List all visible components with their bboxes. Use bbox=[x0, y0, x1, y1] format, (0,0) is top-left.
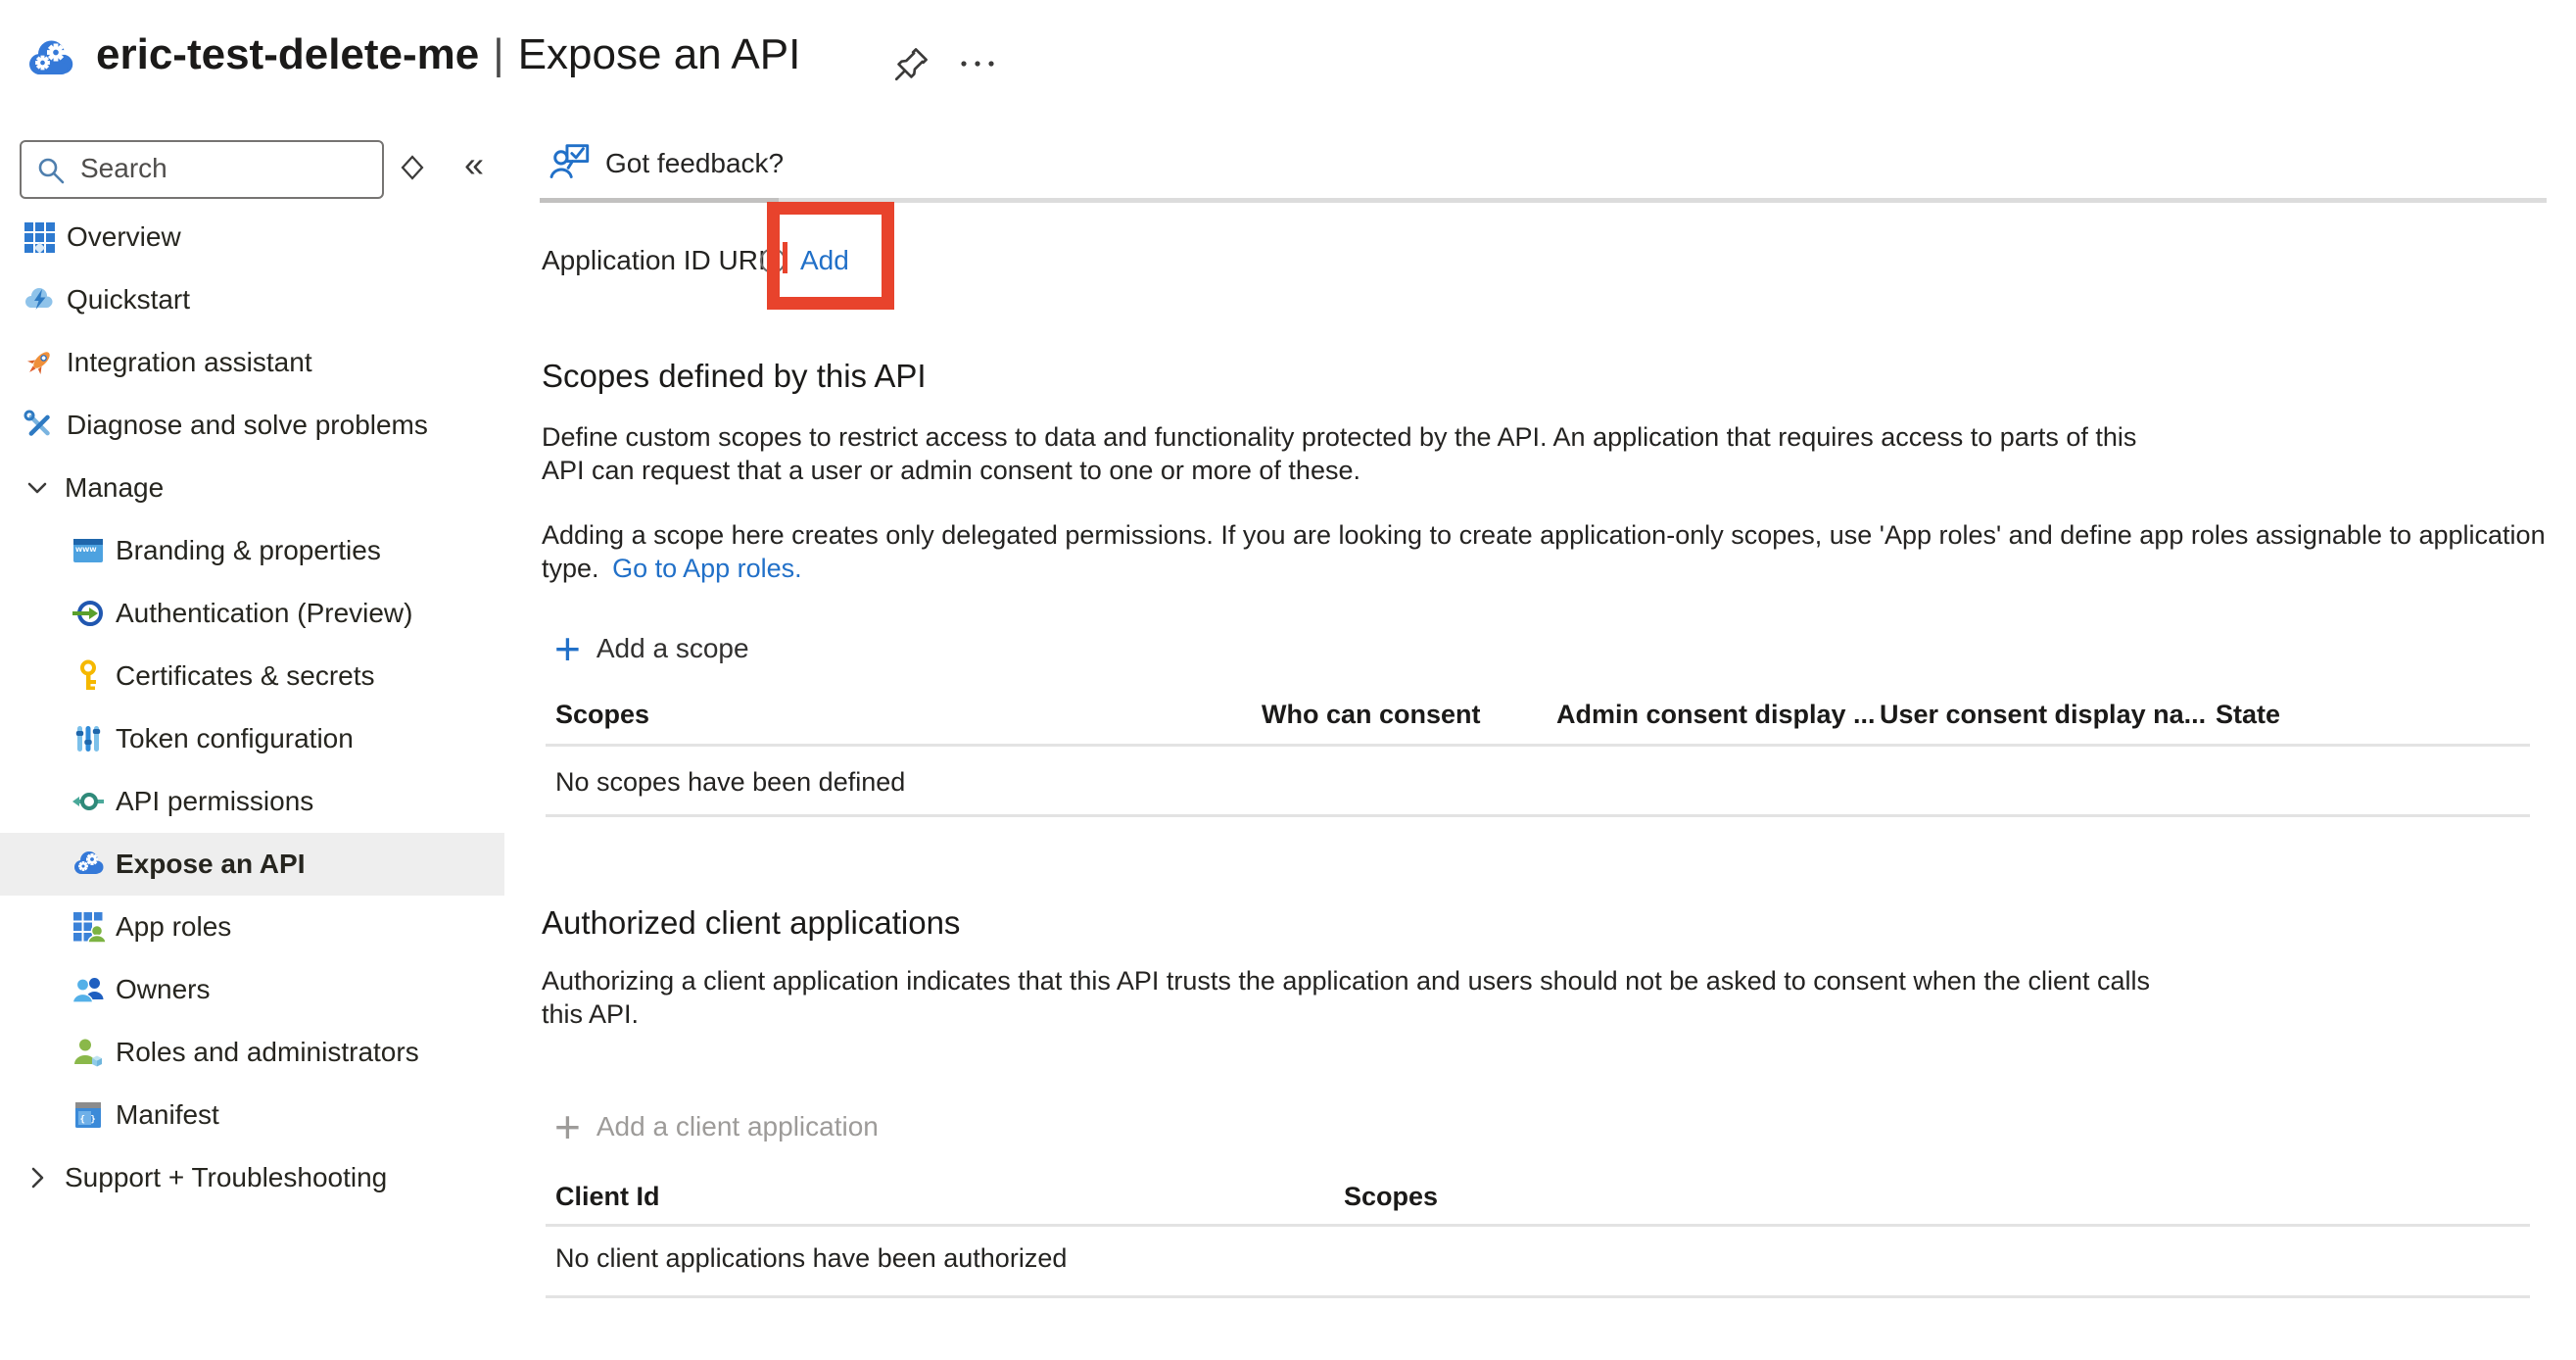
manifest-icon: { } bbox=[71, 1097, 106, 1133]
scopes-empty-message: No scopes have been defined bbox=[555, 767, 905, 798]
sidebar-search bbox=[20, 140, 384, 199]
scopes-description-line1: Define custom scopes to restrict access … bbox=[542, 420, 2136, 454]
sidebar-item-diagnose[interactable]: Diagnose and solve problems bbox=[0, 394, 504, 457]
annotation-highlight-box bbox=[767, 202, 894, 310]
scopes-note-line2-text: type. bbox=[542, 554, 599, 583]
sidebar-item-label: Owners bbox=[116, 974, 210, 1005]
sidebar-item-integration-assistant[interactable]: Integration assistant bbox=[0, 331, 504, 394]
clients-description-line1: Authorizing a client application indicat… bbox=[542, 964, 2150, 997]
app-roles-icon bbox=[71, 909, 106, 945]
sidebar-item-roles-administrators[interactable]: Roles and administrators bbox=[0, 1021, 504, 1084]
title-separator: | bbox=[493, 30, 503, 78]
scopes-note-line1: Adding a scope here creates only delegat… bbox=[542, 518, 2546, 552]
sidebar-item-label: Diagnose and solve problems bbox=[67, 410, 428, 441]
rocket-icon bbox=[22, 345, 57, 380]
sidebar-item-label: API permissions bbox=[116, 786, 313, 817]
scopes-section-title: Scopes defined by this API bbox=[542, 355, 927, 398]
clients-description-line2: this API. bbox=[542, 997, 639, 1031]
sidebar-item-label: Manage bbox=[65, 472, 164, 504]
more-options-icon[interactable] bbox=[956, 51, 999, 76]
overview-icon bbox=[22, 219, 57, 255]
plus-icon: + bbox=[554, 629, 581, 668]
clients-section-title: Authorized client applications bbox=[542, 901, 960, 945]
add-a-scope-button[interactable]: + Add a scope bbox=[554, 627, 749, 670]
go-to-app-roles-link[interactable]: Go to App roles. bbox=[612, 554, 802, 583]
table-divider bbox=[546, 1224, 2530, 1227]
column-who-can-consent: Who can consent bbox=[1262, 700, 1481, 730]
clients-empty-message: No client applications have been authori… bbox=[555, 1243, 1067, 1274]
sidebar-item-overview[interactable]: Overview bbox=[0, 206, 504, 268]
sidebar-item-manifest[interactable]: { } Manifest bbox=[0, 1084, 504, 1146]
sidebar-item-certificates[interactable]: Certificates & secrets bbox=[0, 645, 504, 707]
page-title: eric-test-delete-me | Expose an API bbox=[96, 27, 800, 82]
sidebar-group-manage[interactable]: Manage bbox=[0, 457, 504, 519]
column-client-id: Client Id bbox=[555, 1182, 660, 1212]
table-divider bbox=[546, 814, 2530, 817]
branding-icon: WWW bbox=[71, 533, 106, 568]
got-feedback-label: Got feedback? bbox=[605, 148, 784, 179]
scopes-description-line2: API can request that a user or admin con… bbox=[542, 454, 1360, 487]
sidebar-item-label: Certificates & secrets bbox=[116, 660, 375, 692]
sidebar-item-label: Manifest bbox=[116, 1099, 219, 1131]
blade-title: Expose an API bbox=[518, 30, 801, 78]
quickstart-icon bbox=[22, 282, 57, 317]
sidebar-item-branding[interactable]: WWW Branding & properties bbox=[0, 519, 504, 582]
svg-text:WWW: WWW bbox=[75, 546, 97, 554]
horizontal-scrollbar-thumb[interactable] bbox=[540, 198, 779, 203]
sidebar-item-owners[interactable]: Owners bbox=[0, 958, 504, 1021]
column-user-consent-display: User consent display na... bbox=[1880, 700, 2206, 730]
sidebar-item-quickstart[interactable]: Quickstart bbox=[0, 268, 504, 331]
plus-icon: + bbox=[554, 1107, 581, 1146]
sidebar-item-label: Overview bbox=[67, 221, 181, 253]
sidebar-item-label: Quickstart bbox=[67, 284, 190, 316]
sidebar-item-label: App roles bbox=[116, 911, 231, 943]
sidebar-item-label: Roles and administrators bbox=[116, 1037, 419, 1068]
column-client-scopes: Scopes bbox=[1344, 1182, 1438, 1212]
scopes-table-header: Scopes Who can consent Admin consent dis… bbox=[0, 700, 2576, 739]
tools-icon bbox=[22, 408, 57, 443]
key-icon bbox=[71, 658, 106, 694]
feedback-icon bbox=[549, 142, 592, 185]
got-feedback-button[interactable]: Got feedback? bbox=[549, 141, 784, 186]
table-divider bbox=[546, 744, 2530, 747]
chevron-down-icon bbox=[20, 470, 55, 506]
add-a-client-application-label: Add a client application bbox=[596, 1111, 879, 1142]
expose-api-icon bbox=[71, 847, 106, 882]
add-a-client-application-button[interactable]: + Add a client application bbox=[554, 1105, 879, 1148]
sidebar-item-authentication[interactable]: Authentication (Preview) bbox=[0, 582, 504, 645]
api-permissions-icon bbox=[71, 784, 106, 819]
sidebar-item-label: Integration assistant bbox=[67, 347, 312, 378]
scopes-note-line2: type. Go to App roles. bbox=[542, 552, 802, 585]
search-icon bbox=[35, 155, 67, 186]
clients-table-header: Client Id Scopes bbox=[0, 1182, 2576, 1221]
roles-administrators-icon bbox=[71, 1035, 106, 1070]
authentication-icon bbox=[71, 596, 106, 631]
svg-text:{ }: { } bbox=[80, 1115, 96, 1125]
sidebar-item-app-roles[interactable]: App roles bbox=[0, 896, 504, 958]
collapse-menu-icon[interactable]: « bbox=[453, 143, 496, 186]
resize-menu-icon[interactable] bbox=[396, 151, 429, 184]
sidebar-item-label: Authentication (Preview) bbox=[116, 598, 412, 629]
pin-icon[interactable] bbox=[891, 43, 932, 84]
owners-icon bbox=[71, 972, 106, 1007]
sidebar-item-label: Expose an API bbox=[116, 849, 305, 880]
application-id-uri-label: Application ID URI bbox=[542, 243, 766, 278]
column-admin-consent-display: Admin consent display ... bbox=[1556, 700, 1876, 730]
table-divider bbox=[546, 1295, 2530, 1298]
column-scopes: Scopes bbox=[555, 700, 649, 730]
sidebar-item-api-permissions[interactable]: API permissions bbox=[0, 770, 504, 833]
app-name: eric-test-delete-me bbox=[96, 30, 479, 78]
sidebar-item-label: Branding & properties bbox=[116, 535, 381, 566]
app-cloud-gears-icon bbox=[22, 33, 78, 86]
search-input[interactable] bbox=[78, 145, 374, 192]
sidebar-item-expose-an-api[interactable]: Expose an API bbox=[0, 833, 504, 896]
add-a-scope-label: Add a scope bbox=[596, 633, 749, 664]
column-state: State bbox=[2216, 700, 2280, 730]
